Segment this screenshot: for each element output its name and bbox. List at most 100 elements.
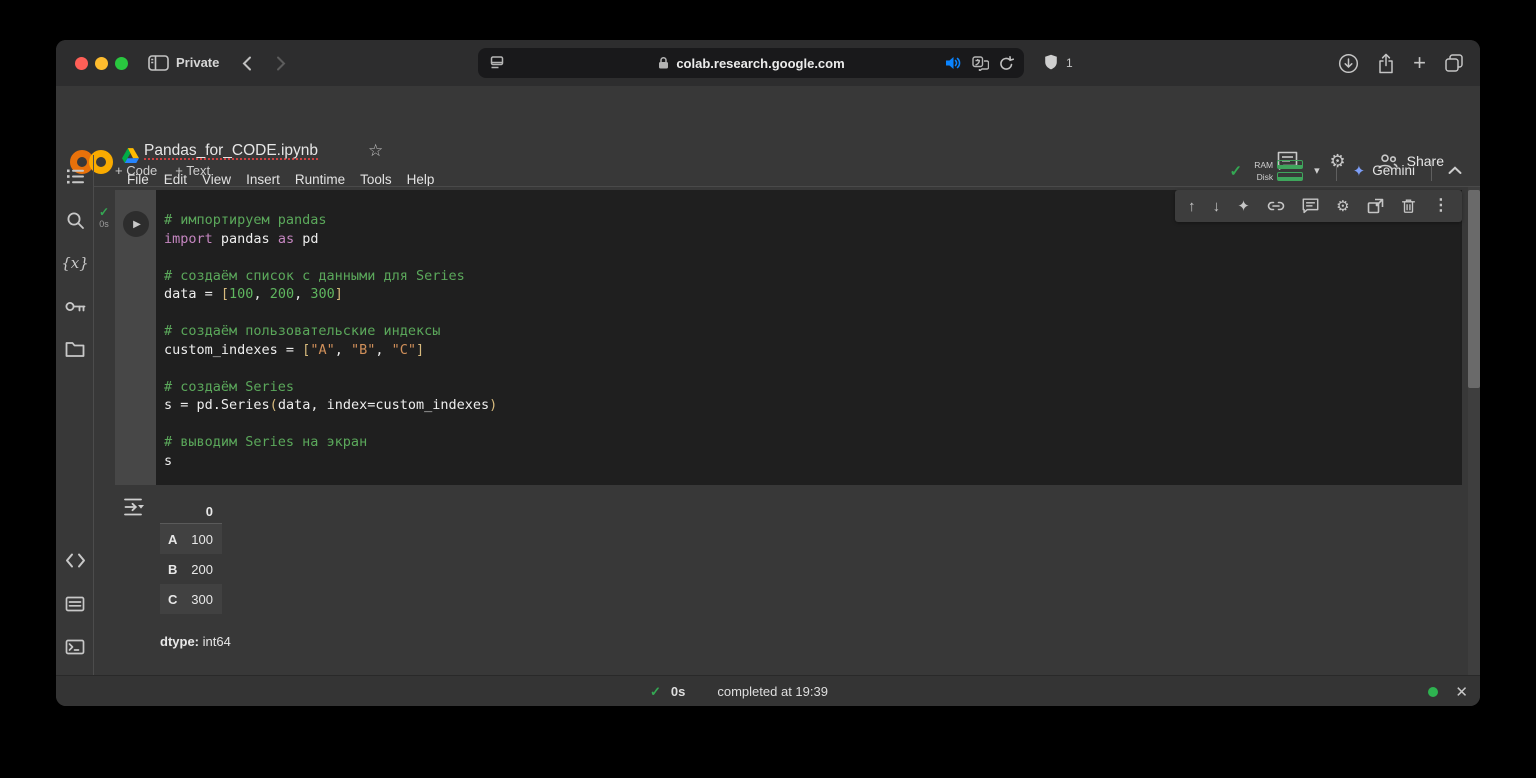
menu-tools[interactable]: Tools: [360, 172, 392, 187]
cell-success-check-icon: ✓: [99, 206, 109, 218]
move-cell-down-icon[interactable]: ↓: [1213, 199, 1221, 214]
ram-usage-bar: [1277, 160, 1303, 169]
copy-link-to-cell-icon[interactable]: [1267, 199, 1285, 213]
new-tab-icon[interactable]: +: [1413, 52, 1426, 74]
move-cell-up-icon[interactable]: ↑: [1188, 199, 1196, 214]
privacy-shield-icon[interactable]: [1044, 54, 1058, 71]
gemini-label: Gemini: [1372, 163, 1415, 178]
status-message: completed at 19:39: [717, 684, 828, 699]
execution-status-bar: ✓ 0s completed at 19:39 ✕: [56, 675, 1480, 706]
files-folder-icon[interactable]: [56, 341, 94, 358]
code-line[interactable]: s = pd.Series(data, index=custom_indexes…: [164, 396, 1454, 415]
row-index: B: [160, 562, 180, 577]
status-check-icon: ✓: [650, 684, 661, 700]
close-window-button[interactable]: [75, 57, 88, 70]
code-line[interactable]: # выводим Series на экран: [164, 433, 1454, 452]
command-palette-icon[interactable]: [56, 596, 94, 612]
menu-runtime[interactable]: Runtime: [295, 172, 345, 187]
add-comment-icon[interactable]: [1302, 198, 1319, 214]
browser-window: Private colab.research.go: [56, 40, 1480, 706]
table-row: A100: [160, 524, 222, 554]
resource-monitor[interactable]: RAM Disk: [1253, 160, 1303, 182]
forward-button-icon[interactable]: [276, 56, 286, 71]
address-bar[interactable]: colab.research.google.com: [478, 48, 1024, 78]
code-snippets-icon[interactable]: [56, 553, 94, 568]
cell-settings-gear-icon[interactable]: ⚙: [1336, 199, 1349, 214]
notebook-scrollbar[interactable]: [1468, 187, 1480, 675]
code-line[interactable]: [164, 304, 1454, 323]
output-actions-icon[interactable]: [122, 496, 148, 518]
toolbar-divider: [94, 186, 1480, 187]
row-index: C: [160, 592, 180, 607]
more-cell-actions-icon[interactable]: ⋮: [1433, 198, 1449, 214]
url-text: colab.research.google.com: [676, 56, 844, 71]
table-row: B200: [160, 554, 222, 584]
delete-cell-icon[interactable]: [1401, 198, 1416, 214]
code-line[interactable]: [164, 248, 1454, 267]
connection-status-dot: [1428, 687, 1438, 697]
activity-sidebar: {x}: [56, 155, 94, 675]
menu-insert[interactable]: Insert: [246, 172, 280, 187]
lock-icon: [657, 56, 670, 70]
code-line[interactable]: # создаём список с данными для Series: [164, 267, 1454, 286]
dtype-value: int64: [199, 634, 231, 649]
star-icon[interactable]: ☆: [368, 141, 383, 161]
code-editor[interactable]: # импортируем pandasimport pandas as pd …: [156, 190, 1462, 485]
gemini-button[interactable]: ✦ Gemini: [1353, 162, 1415, 180]
run-cell-button[interactable]: ▶: [123, 211, 149, 237]
back-button-icon[interactable]: [242, 56, 252, 71]
row-index: A: [160, 532, 180, 547]
share-icon[interactable]: [1377, 53, 1395, 74]
code-line[interactable]: import pandas as pd: [164, 230, 1454, 249]
tab-overview-icon[interactable]: [1444, 53, 1464, 73]
cell-gutter: ▶: [115, 190, 156, 485]
code-cell: ▶ # импортируем pandasimport pandas as p…: [115, 190, 1462, 485]
code-line[interactable]: data = [100, 200, 300]: [164, 285, 1454, 304]
play-icon: ▶: [131, 219, 141, 230]
close-status-bar-icon[interactable]: ✕: [1455, 683, 1468, 701]
mirror-cell-icon[interactable]: [1367, 198, 1384, 214]
terminal-icon[interactable]: [56, 639, 94, 655]
cell-toolbar: ↑ ↓ ✦ ⚙: [1175, 190, 1462, 222]
audio-playing-icon[interactable]: [945, 56, 962, 70]
table-row: C300: [160, 584, 222, 614]
sidebar-toggle-icon[interactable]: [148, 55, 169, 71]
secrets-key-icon[interactable]: [56, 300, 94, 313]
ram-label: RAM: [1253, 160, 1273, 170]
code-line[interactable]: [164, 359, 1454, 378]
code-line[interactable]: # создаём Series: [164, 378, 1454, 397]
dtype-label: dtype:: [160, 634, 199, 649]
code-line[interactable]: custom_indexes = ["A", "B", "C"]: [164, 341, 1454, 360]
collapse-toolbar-icon[interactable]: [1448, 166, 1462, 175]
variables-icon[interactable]: {x}: [56, 254, 94, 272]
add-text-button[interactable]: + Text: [175, 163, 210, 178]
scrollbar-thumb[interactable]: [1468, 190, 1480, 388]
page-settings-icon[interactable]: [489, 55, 505, 71]
reload-icon[interactable]: [999, 56, 1014, 71]
minimize-window-button[interactable]: [95, 57, 108, 70]
table-of-contents-icon[interactable]: [56, 168, 94, 185]
private-browsing-label[interactable]: Private: [176, 40, 219, 86]
row-value: 200: [180, 562, 222, 577]
connected-check-icon: ✓: [1230, 162, 1243, 180]
add-code-button[interactable]: + Code: [115, 163, 157, 178]
translate-icon[interactable]: [972, 56, 989, 71]
runtime-dropdown-icon[interactable]: ▾: [1314, 164, 1320, 177]
menu-help[interactable]: Help: [407, 172, 435, 187]
search-icon[interactable]: [56, 211, 94, 230]
row-value: 100: [180, 532, 222, 547]
downloads-icon[interactable]: [1338, 53, 1359, 74]
series-output-table: 0 A100B200C300: [160, 502, 222, 614]
fullscreen-window-button[interactable]: [115, 57, 128, 70]
code-line[interactable]: # создаём пользовательские индексы: [164, 322, 1454, 341]
cell-execution-status: ✓ 0s: [94, 206, 114, 229]
code-line[interactable]: [164, 415, 1454, 434]
dtype-caption: dtype: int64: [160, 634, 231, 649]
browser-chrome: Private colab.research.go: [56, 40, 1480, 86]
series-table-body: A100B200C300: [160, 524, 222, 614]
code-line[interactable]: s: [164, 452, 1454, 471]
table-column-header: 0: [160, 502, 222, 524]
row-value: 300: [180, 592, 222, 607]
colab-header: Pandas_for_CODE.ipynb ☆ FileEditViewInse…: [56, 86, 1480, 155]
ai-sparkle-icon[interactable]: ✦: [1237, 199, 1250, 214]
